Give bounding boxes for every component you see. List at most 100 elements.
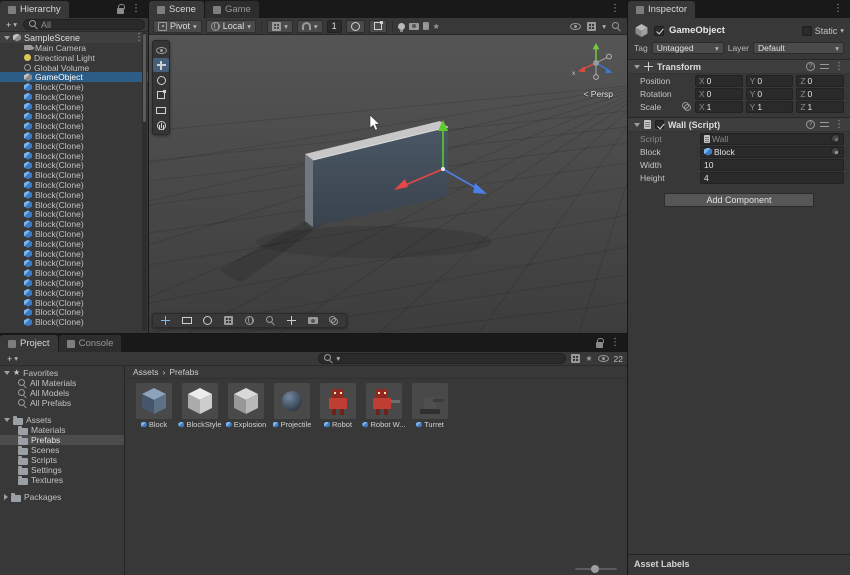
gizmos-icon[interactable] — [587, 22, 596, 31]
component-menu-icon[interactable]: ⋮ — [834, 62, 844, 72]
transform-tool-button[interactable] — [153, 118, 169, 132]
hierarchy-scene-row[interactable]: SampleScene ⋮ — [0, 32, 148, 43]
position-x-field[interactable]: X0 — [695, 75, 743, 87]
hierarchy-item-block-clone[interactable]: Block(Clone) — [0, 210, 148, 220]
breadcrumb-assets[interactable]: Assets — [133, 367, 159, 377]
asset-robot-w[interactable]: Robot W... — [362, 383, 406, 429]
lock-icon[interactable] — [117, 8, 124, 14]
hierarchy-item-block-clone[interactable]: Block(Clone) — [0, 151, 148, 161]
hierarchy-item-global-volume[interactable]: Global Volume — [0, 63, 148, 73]
grid-button[interactable] — [218, 316, 239, 325]
position-z-field[interactable]: Z0 — [796, 75, 844, 87]
folder-textures[interactable]: Textures — [0, 475, 124, 485]
rotate-tool-button[interactable] — [153, 73, 169, 87]
perspective-toggle[interactable]: < Persp — [583, 89, 613, 99]
handle-rotation-button[interactable]: Local ▾ — [206, 20, 256, 33]
rotation-z-field[interactable]: Z0 — [796, 88, 844, 100]
hierarchy-item-block-clone[interactable]: Block(Clone) — [0, 308, 148, 318]
scale-z-field[interactable]: Z1 — [796, 101, 844, 113]
foldout-icon[interactable] — [4, 36, 10, 40]
hierarchy-item-block-clone[interactable]: Block(Clone) — [0, 131, 148, 141]
favorite-all-materials[interactable]: All Materials — [0, 378, 124, 388]
tab-console[interactable]: Console — [59, 335, 122, 352]
add-component-button[interactable]: Add Component — [664, 193, 814, 207]
scale-snap-button[interactable] — [369, 20, 387, 33]
constrain-proportions-icon[interactable] — [682, 102, 691, 111]
rotation-x-field[interactable]: X0 — [695, 88, 743, 100]
tag-dropdown[interactable]: Untagged ▾ — [652, 42, 724, 54]
breadcrumb-prefabs[interactable]: Prefabs — [169, 367, 198, 377]
hierarchy-item-block-clone[interactable]: Block(Clone) — [0, 278, 148, 288]
asset-explosion[interactable]: Explosion — [224, 383, 268, 429]
camera-button[interactable] — [302, 317, 323, 324]
panel-menu-icon[interactable]: ⋮ — [610, 338, 620, 348]
hierarchy-item-block-clone[interactable]: Block(Clone) — [0, 102, 148, 112]
width-field[interactable]: 10 — [700, 159, 844, 171]
folder-settings[interactable]: Settings — [0, 465, 124, 475]
layer-dropdown[interactable]: Default ▾ — [753, 42, 844, 54]
asset-projectile[interactable]: Projectile — [270, 383, 314, 429]
orbit-button[interactable] — [197, 316, 218, 325]
hierarchy-search-input[interactable]: All — [23, 19, 145, 30]
position-y-field[interactable]: Y0 — [746, 75, 794, 87]
axis-button[interactable] — [281, 316, 302, 325]
create-asset-button[interactable]: + ▾ — [4, 353, 21, 365]
hierarchy-item-block-clone[interactable]: Block(Clone) — [0, 141, 148, 151]
assets-root-row[interactable]: Assets — [0, 415, 124, 425]
object-picker-icon[interactable] — [831, 147, 840, 156]
folder-materials[interactable]: Materials — [0, 425, 124, 435]
favorite-all-models[interactable]: All Models — [0, 388, 124, 398]
favorite-all-prefabs[interactable]: All Prefabs — [0, 398, 124, 408]
hidden-packages-icon[interactable] — [598, 355, 609, 362]
zoom-button[interactable] — [260, 316, 281, 325]
tab-hierarchy[interactable]: Hierarchy — [0, 1, 69, 18]
search-by-type-icon[interactable] — [571, 354, 580, 363]
move-view-button[interactable] — [155, 316, 176, 325]
scene-camera-icon[interactable] — [409, 23, 419, 30]
component-enabled-checkbox[interactable] — [655, 120, 664, 129]
move-tool-button[interactable] — [153, 58, 169, 72]
scene-effects-icon[interactable]: ★ — [433, 22, 440, 31]
hierarchy-item-block-clone[interactable]: Block(Clone) — [0, 170, 148, 180]
panel-menu-icon[interactable]: ⋮ — [610, 4, 620, 14]
hierarchy-item-block-clone[interactable]: Block(Clone) — [0, 268, 148, 278]
static-dropdown-icon[interactable]: ▾ — [840, 27, 844, 34]
hierarchy-scrollbar[interactable] — [142, 32, 147, 331]
hierarchy-item-block-clone[interactable]: Block(Clone) — [0, 229, 148, 239]
hierarchy-item-block-clone[interactable]: Block(Clone) — [0, 82, 148, 92]
scale-x-field[interactable]: X1 — [695, 101, 743, 113]
asset-block[interactable]: Block — [132, 383, 176, 429]
project-search-input[interactable]: ▾ — [318, 353, 566, 364]
help-icon[interactable]: ? — [809, 121, 813, 128]
snap-settings-button[interactable]: ▾ — [297, 20, 323, 33]
pan-button[interactable] — [176, 317, 197, 324]
scale-y-field[interactable]: Y1 — [746, 101, 794, 113]
scene-viewport[interactable]: x < Persp — [149, 35, 627, 333]
lock-icon[interactable] — [596, 342, 603, 348]
asset-turret[interactable]: Turret — [408, 383, 452, 429]
block-object-field[interactable]: Block — [700, 146, 844, 158]
hierarchy-item-block-clone[interactable]: Block(Clone) — [0, 112, 148, 122]
scene-visibility-icon[interactable] — [570, 23, 581, 30]
rect-tool-button[interactable] — [153, 103, 169, 117]
favorites-row[interactable]: ★ Favorites — [0, 368, 124, 378]
foldout-icon[interactable] — [4, 494, 8, 500]
hierarchy-item-block-clone[interactable]: Block(Clone) — [0, 180, 148, 190]
hierarchy-item-block-clone[interactable]: Block(Clone) — [0, 259, 148, 269]
tab-scene[interactable]: Scene — [149, 1, 204, 18]
tab-project[interactable]: Project — [0, 335, 58, 352]
hierarchy-item-block-clone[interactable]: Block(Clone) — [0, 190, 148, 200]
component-menu-icon[interactable]: ⋮ — [834, 120, 844, 130]
gameobject-name[interactable]: GameObject — [669, 25, 725, 36]
tab-inspector[interactable]: Inspector — [628, 1, 695, 18]
asset-labels-bar[interactable]: Asset Labels — [628, 554, 850, 575]
folder-scenes[interactable]: Scenes — [0, 445, 124, 455]
presets-icon[interactable] — [820, 63, 829, 70]
panel-menu-icon[interactable]: ⋮ — [833, 4, 843, 14]
hierarchy-item-block-clone[interactable]: Block(Clone) — [0, 121, 148, 131]
hierarchy-item-block-clone[interactable]: Block(Clone) — [0, 298, 148, 308]
help-icon[interactable]: ? — [809, 63, 813, 70]
slider-knob[interactable] — [591, 565, 599, 573]
grid-visibility-button[interactable]: ▾ — [267, 20, 293, 33]
search-by-label-icon[interactable]: ★ — [585, 354, 592, 363]
